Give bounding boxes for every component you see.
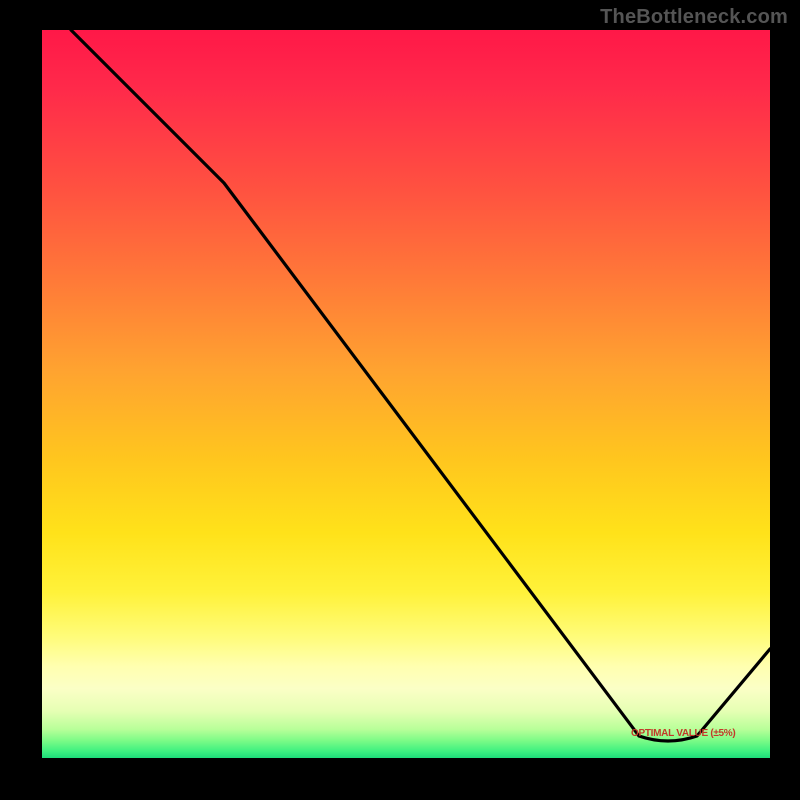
watermark-text: TheBottleneck.com bbox=[600, 6, 788, 29]
chart-stage: TheBottleneck.com OPTIMAL VALUE (±5%) bbox=[0, 0, 800, 800]
y-axis-bar bbox=[30, 30, 42, 770]
plot-area: OPTIMAL VALUE (±5%) bbox=[30, 30, 770, 770]
curve-svg bbox=[30, 30, 770, 770]
optimal-value-label: OPTIMAL VALUE (±5%) bbox=[631, 728, 735, 739]
bottleneck-curve-line bbox=[71, 30, 770, 741]
x-axis-bar bbox=[30, 758, 770, 770]
